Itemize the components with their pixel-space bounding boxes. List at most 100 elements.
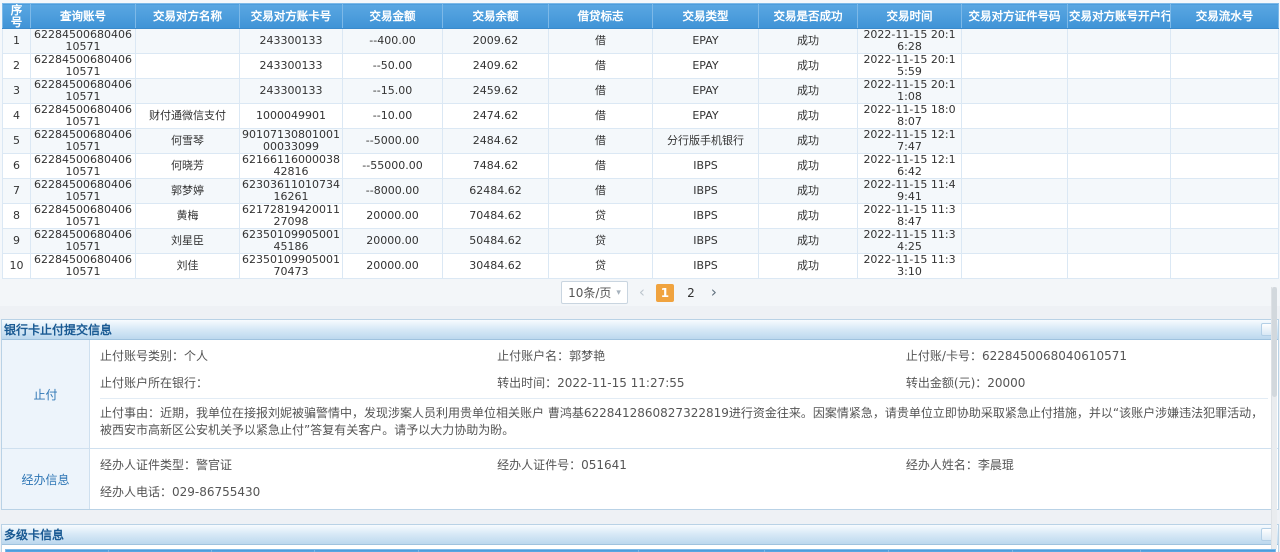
column-header: 交易对方名称 <box>136 4 240 29</box>
pagination-bar: 10条/页 ▾ ‹ 12 › <box>0 279 1280 306</box>
table-cell: 6228450068040610571 <box>31 29 136 54</box>
table-cell: 分行版手机银行 <box>653 129 759 154</box>
column-header: 交易时间 <box>858 4 962 29</box>
table-cell <box>962 179 1068 204</box>
table-cell: 成功 <box>759 229 858 254</box>
table-cell: 243300133 <box>240 79 343 104</box>
stop-payment-panel: 银行卡止付提交信息 止付止付账号类别：个人止付账户名：郭梦艳止付账/卡号：622… <box>1 319 1279 510</box>
table-cell <box>962 204 1068 229</box>
prev-page-button[interactable]: ‹ <box>637 285 647 300</box>
table-row: 66228450068040610571何晓芳62166116000038428… <box>3 154 1279 179</box>
table-cell: EPAY <box>653 29 759 54</box>
field: 经办人电话：029-86755430 <box>100 483 497 500</box>
table-cell: 20000.00 <box>343 204 443 229</box>
table-cell: --8000.00 <box>343 179 443 204</box>
table-cell <box>136 79 240 104</box>
table-row: 86228450068040610571黄梅621728194200112709… <box>3 204 1279 229</box>
column-header: 交易金额 <box>343 4 443 29</box>
table-cell: IBPS <box>653 254 759 279</box>
info-group: 经办信息经办人证件类型：警官证经办人证件号：051641经办人姓名：李晨琨经办人… <box>2 448 1278 509</box>
page-size-select[interactable]: 10条/页 ▾ <box>561 281 628 304</box>
table-cell: 成功 <box>759 79 858 104</box>
table-cell <box>1171 104 1279 129</box>
table-cell: 借 <box>549 54 653 79</box>
table-cell: 成功 <box>759 54 858 79</box>
field-row: 止付账户所在银行：转出时间：2022-11-15 11:27:55转出金额(元)… <box>100 369 1268 396</box>
table-cell: 6228450068040610571 <box>31 204 136 229</box>
table-cell <box>962 104 1068 129</box>
table-cell <box>136 29 240 54</box>
table-cell: 4 <box>3 104 31 129</box>
table-cell <box>1171 79 1279 104</box>
table-cell: 6216611600003842816 <box>240 154 343 179</box>
table-cell: 2484.62 <box>443 129 549 154</box>
table-cell: 6228450068040610571 <box>31 179 136 204</box>
table-cell: --5000.00 <box>343 129 443 154</box>
table-cell: 何晓芳 <box>136 154 240 179</box>
page-button-1[interactable]: 1 <box>656 284 674 302</box>
stop-payment-body: 止付止付账号类别：个人止付账户名：郭梦艳止付账/卡号：6228450068040… <box>2 340 1278 509</box>
table-cell: IBPS <box>653 179 759 204</box>
panel-title-text: 多级卡信息 <box>4 528 64 542</box>
column-header: 交易流水号 <box>1171 4 1279 29</box>
table-cell <box>1171 204 1279 229</box>
table-cell <box>962 229 1068 254</box>
column-header: 交易余额 <box>443 4 549 29</box>
table-cell: 成功 <box>759 154 858 179</box>
table-cell: 243300133 <box>240 54 343 79</box>
table-cell <box>1068 229 1171 254</box>
table-cell: 5 <box>3 129 31 154</box>
table-cell: 6217281942001127098 <box>240 204 343 229</box>
field: 经办人证件类型：警官证 <box>100 456 497 473</box>
table-cell: 6228450068040610571 <box>31 104 136 129</box>
table-cell: 贷 <box>549 254 653 279</box>
next-page-button[interactable]: › <box>709 285 719 300</box>
info-group: 止付止付账号类别：个人止付账户名：郭梦艳止付账/卡号：6228450068040… <box>2 340 1278 448</box>
table-row: 56228450068040610571何雪琴90107130801001000… <box>3 129 1279 154</box>
table-cell <box>962 129 1068 154</box>
field <box>906 483 1268 500</box>
table-row: 16228450068040610571243300133--400.00200… <box>3 29 1279 54</box>
table-cell <box>1171 129 1279 154</box>
table-cell: 2409.62 <box>443 54 549 79</box>
table-cell: 2474.62 <box>443 104 549 129</box>
table-cell: 2022-11-15 12:17:47 <box>858 129 962 154</box>
table-cell: 借 <box>549 154 653 179</box>
field <box>497 483 906 500</box>
table-row: 36228450068040610571243300133--15.002459… <box>3 79 1279 104</box>
table-cell <box>1068 254 1171 279</box>
table-cell: 成功 <box>759 104 858 129</box>
table-cell: 6230361101073416261 <box>240 179 343 204</box>
field: 止付账号类别：个人 <box>100 347 497 364</box>
table-cell: 62484.62 <box>443 179 549 204</box>
table-cell: 2022-11-15 12:16:42 <box>858 154 962 179</box>
table-cell: 6228450068040610571 <box>31 154 136 179</box>
table-cell: 2022-11-15 20:11:08 <box>858 79 962 104</box>
table-cell: 成功 <box>759 129 858 154</box>
scrollbar-thumb[interactable] <box>1272 287 1277 397</box>
table-cell: 9 <box>3 229 31 254</box>
table-cell: --15.00 <box>343 79 443 104</box>
page-button-2[interactable]: 2 <box>682 284 700 302</box>
table-cell: 7 <box>3 179 31 204</box>
table-cell <box>1068 79 1171 104</box>
table-cell: 2022-11-15 20:15:59 <box>858 54 962 79</box>
transactions-table: 序号查询账号交易对方名称交易对方账卡号交易金额交易余额借贷标志交易类型交易是否成… <box>2 3 1279 279</box>
table-cell <box>1171 154 1279 179</box>
table-row: 96228450068040610571刘星臣62350109905001451… <box>3 229 1279 254</box>
table-cell: 2009.62 <box>443 29 549 54</box>
table-cell: IBPS <box>653 154 759 179</box>
table-cell: 郭梦婷 <box>136 179 240 204</box>
column-header: 交易对方账卡号 <box>240 4 343 29</box>
field: 止付账户名：郭梦艳 <box>497 347 906 364</box>
table-cell: EPAY <box>653 54 759 79</box>
table-cell: --50.00 <box>343 54 443 79</box>
field: 转出金额(元)：20000 <box>906 374 1268 391</box>
vertical-scrollbar[interactable] <box>1271 287 1277 549</box>
field-row: 经办人电话：029-86755430 <box>100 478 1268 505</box>
page-size-label: 10条/页 <box>568 284 611 301</box>
table-cell: EPAY <box>653 79 759 104</box>
table-cell: 2022-11-15 18:08:07 <box>858 104 962 129</box>
field: 经办人姓名：李晨琨 <box>906 456 1268 473</box>
column-header: 序号 <box>3 4 31 29</box>
